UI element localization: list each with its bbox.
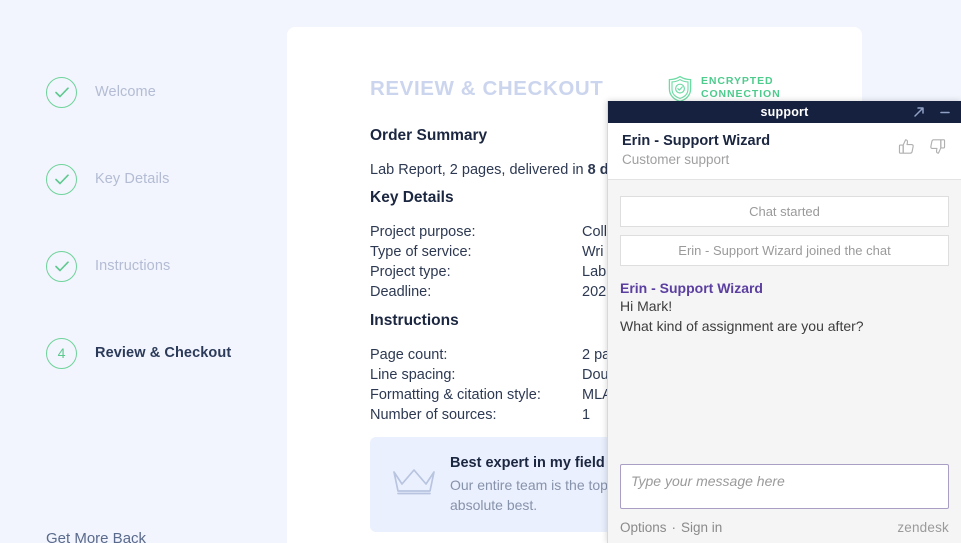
sidebar-step-key-details[interactable]: Key Details	[46, 163, 276, 195]
chat-composer	[608, 454, 961, 514]
step-status-circle	[46, 76, 77, 108]
detail-label: Project type:	[370, 264, 451, 280]
expand-icon[interactable]	[913, 106, 925, 118]
crown-icon	[393, 469, 435, 495]
step-label: Instructions	[95, 258, 171, 274]
promo-icon-wrap	[392, 467, 450, 502]
chat-message: Erin - Support Wizard Hi Mark! What kind…	[620, 280, 949, 336]
encrypted-line-2: CONNECTION	[701, 88, 781, 100]
step-status-circle	[46, 163, 77, 195]
chat-message-author: Erin - Support Wizard	[620, 280, 763, 296]
chat-system-note: Chat started	[620, 196, 949, 227]
thumbs-down-icon[interactable]	[928, 137, 947, 161]
chat-message-line: Hi Mark!	[620, 298, 673, 314]
check-icon	[54, 260, 69, 271]
check-icon	[54, 173, 69, 184]
chat-rating-controls	[897, 132, 947, 161]
chat-system-note: Erin - Support Wizard joined the chat	[620, 235, 949, 266]
chat-agent-bar: Erin - Support Wizard Customer support	[608, 123, 961, 180]
chat-footer: Options · Sign in zendesk	[608, 514, 961, 543]
chat-message-input[interactable]	[620, 464, 949, 509]
agent-role: Customer support	[622, 152, 730, 167]
detail-label: Line spacing:	[370, 367, 456, 383]
step-status-circle	[46, 250, 77, 282]
detail-label: Type of service:	[370, 244, 472, 260]
sidebar-step-review-checkout[interactable]: 4 Review & Checkout	[46, 337, 276, 369]
chat-titlebar[interactable]: support	[608, 101, 961, 123]
detail-label: Deadline:	[370, 284, 432, 300]
detail-label: Formatting & citation style:	[370, 387, 541, 403]
step-label: Review & Checkout	[95, 345, 232, 361]
chat-window-title: support	[760, 105, 809, 119]
agent-info: Erin - Support Wizard Customer support	[622, 132, 770, 169]
chat-message-list: Chat started Erin - Support Wizard joine…	[608, 180, 961, 454]
encrypted-line-1: ENCRYPTED	[701, 75, 774, 87]
encrypted-badge-label: ENCRYPTED CONNECTION	[701, 75, 793, 101]
detail-label: Number of sources:	[370, 407, 497, 423]
minimize-icon[interactable]	[939, 106, 951, 118]
step-label: Welcome	[95, 84, 156, 100]
sidebar-step-instructions[interactable]: Instructions	[46, 250, 276, 282]
page-title: REVIEW & CHECKOUT	[370, 77, 604, 100]
sidebar-footer-text: Get More Back	[46, 530, 147, 543]
zendesk-brand-label: zendesk	[897, 520, 949, 535]
sidebar-step-welcome[interactable]: Welcome	[46, 76, 276, 108]
encrypted-connection-badge: ENCRYPTED CONNECTION	[667, 75, 793, 103]
thumbs-up-icon[interactable]	[897, 137, 916, 161]
detail-label: Page count:	[370, 347, 448, 363]
check-icon	[54, 86, 69, 97]
chat-message-line: What kind of assignment are you after?	[620, 318, 864, 334]
step-number: 4	[57, 345, 66, 361]
chat-window-controls	[913, 101, 951, 123]
chat-options-link[interactable]: Options	[620, 520, 667, 535]
chat-signin-link[interactable]: Sign in	[681, 520, 722, 535]
app-root: Welcome Key Details Instructions 4 Revie…	[0, 0, 961, 543]
step-label: Key Details	[95, 171, 170, 187]
step-list: Welcome Key Details Instructions 4 Revie…	[46, 76, 276, 424]
zendesk-chat-widget: support Erin - Support Wizard Customer s…	[607, 101, 961, 543]
step-sidebar: Welcome Key Details Instructions 4 Revie…	[0, 0, 287, 543]
order-summary-prefix: Lab Report, 2 pages, delivered in	[370, 162, 588, 178]
shield-check-icon	[668, 75, 692, 103]
step-status-circle: 4	[46, 337, 77, 369]
footer-separator: ·	[671, 520, 677, 535]
detail-label: Project purpose:	[370, 224, 476, 240]
agent-name: Erin - Support Wizard	[622, 133, 771, 149]
